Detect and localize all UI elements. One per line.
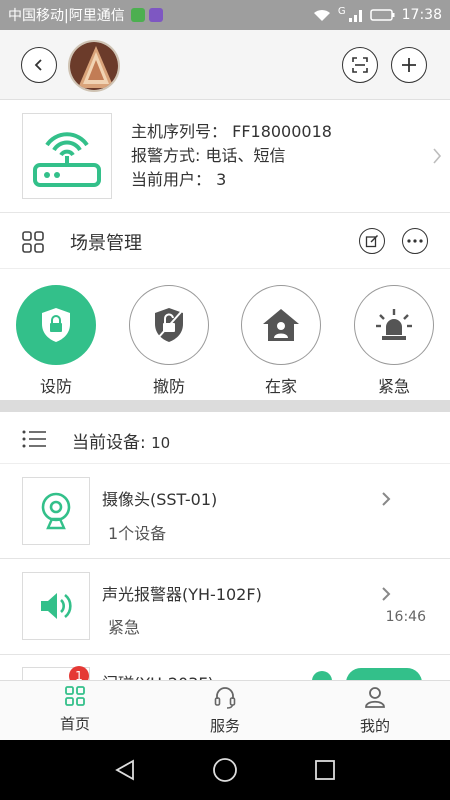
device-row-door-sensor[interactable]: 门磁(YH-203F) <box>0 655 450 680</box>
list-icon <box>22 430 46 448</box>
user-label: 当前用户： <box>131 170 212 189</box>
device-name: 声光报警器(YH-102F) <box>102 585 262 604</box>
mode-home-label: 在家 <box>264 377 297 396</box>
wifi-icon <box>313 9 330 21</box>
status-bar: 中国移动|阿里通信 G 17:38 <box>0 0 450 30</box>
tab-mine-label: 我的 <box>359 717 390 735</box>
device-name: 门磁(YH-203F) <box>102 670 214 680</box>
host-device-thumb <box>22 113 112 199</box>
scan-icon <box>352 57 368 73</box>
system-nav-bar <box>0 740 450 800</box>
tab-mine[interactable]: 我的 <box>300 685 450 736</box>
scan-button[interactable] <box>342 47 378 83</box>
headset-icon <box>214 687 236 709</box>
serial-label: 主机序列号： <box>131 122 228 141</box>
section-divider <box>0 400 450 412</box>
home-nav-icon[interactable] <box>212 757 238 783</box>
device-row-camera[interactable]: 摄像头(SST-01) 1个设备 <box>0 464 450 559</box>
more-icon <box>407 239 423 243</box>
signal-icon <box>348 10 362 22</box>
mode-disarm[interactable]: 撤防 <box>129 285 209 397</box>
host-card[interactable]: 主机序列号： FF18000018 报警方式: 电话、短信 当前用户： 3 <box>0 100 450 213</box>
alarm-value: 电话、短信 <box>205 146 286 165</box>
carrier-label: 中国移动|阿里通信 <box>8 8 125 24</box>
home-user-icon <box>263 309 299 341</box>
scene-title: 场景管理 <box>70 233 142 254</box>
back-nav-icon[interactable] <box>113 758 137 782</box>
devices-count: 10 <box>151 434 171 452</box>
host-user-row: 当前用户： 3 <box>131 168 332 192</box>
shield-unlock-icon <box>155 308 183 342</box>
back-button[interactable] <box>21 47 57 83</box>
chevron-right-icon <box>433 148 442 164</box>
host-alarm-row: 报警方式: 电话、短信 <box>131 144 332 168</box>
grid-icon <box>65 686 85 706</box>
mode-disarm-label: 撤防 <box>152 377 185 396</box>
battery-icon <box>369 9 395 21</box>
device-thumb <box>22 572 90 640</box>
clock-label: 17:38 <box>401 7 442 23</box>
status-dot-icon <box>312 671 332 680</box>
tab-home-label: 首页 <box>59 715 90 733</box>
tab-home[interactable]: 首页 <box>0 685 150 734</box>
chevron-left-icon <box>34 59 42 71</box>
user-icon <box>365 687 385 708</box>
shield-lock-icon <box>42 308 70 342</box>
device-subtitle: 1个设备 <box>108 524 167 543</box>
tab-bar: 首页 服务 我的 <box>0 680 450 740</box>
enable-toggle[interactable] <box>346 668 422 680</box>
tab-service[interactable]: 服务 <box>150 685 300 736</box>
serial-value: FF18000018 <box>232 122 332 141</box>
user-value: 3 <box>216 170 227 189</box>
mode-emergency[interactable]: 紧急 <box>354 285 434 397</box>
tab-service-label: 服务 <box>209 717 240 735</box>
scene-edit-button[interactable] <box>359 228 385 254</box>
device-thumb <box>22 477 90 545</box>
edit-icon <box>365 235 378 248</box>
network-type-label: G <box>337 5 346 17</box>
mode-arm-label: 设防 <box>39 377 72 396</box>
device-row-siren[interactable]: 声光报警器(YH-102F) 紧急 16:46 <box>0 559 450 655</box>
speaker-icon <box>41 593 72 619</box>
top-bar <box>0 30 450 100</box>
add-button[interactable] <box>391 47 427 83</box>
avatar[interactable] <box>68 40 120 92</box>
scene-grid-icon <box>22 231 44 253</box>
camera-icon <box>41 492 71 530</box>
mode-home[interactable]: 在家 <box>241 285 321 397</box>
recents-nav-icon[interactable] <box>314 759 336 781</box>
scene-modes: 设防 撤防 在家 紧急 <box>0 269 450 400</box>
devices-title-label: 当前设备: <box>72 433 146 453</box>
devices-title: 当前设备: 10 <box>72 428 170 453</box>
chevron-right-icon <box>382 492 391 506</box>
scene-header: 场景管理 <box>0 213 450 269</box>
device-time: 16:46 <box>385 609 426 625</box>
plus-icon <box>402 58 416 72</box>
mode-arm[interactable]: 设防 <box>16 285 96 397</box>
gallery-notification-icon <box>148 8 163 22</box>
host-serial-row: 主机序列号： FF18000018 <box>131 120 332 144</box>
app-notification-icon <box>130 8 145 22</box>
router-icon <box>33 132 101 187</box>
scene-more-button[interactable] <box>402 228 428 254</box>
chevron-right-icon <box>382 587 391 601</box>
device-subtitle: 紧急 <box>108 618 141 637</box>
device-name: 摄像头(SST-01) <box>102 490 218 509</box>
alarm-label: 报警方式: <box>131 146 201 165</box>
devices-header: 当前设备: 10 <box>0 412 450 464</box>
mode-emergency-label: 紧急 <box>377 377 410 396</box>
avatar-image-icon <box>70 42 118 90</box>
siren-icon <box>376 309 412 340</box>
